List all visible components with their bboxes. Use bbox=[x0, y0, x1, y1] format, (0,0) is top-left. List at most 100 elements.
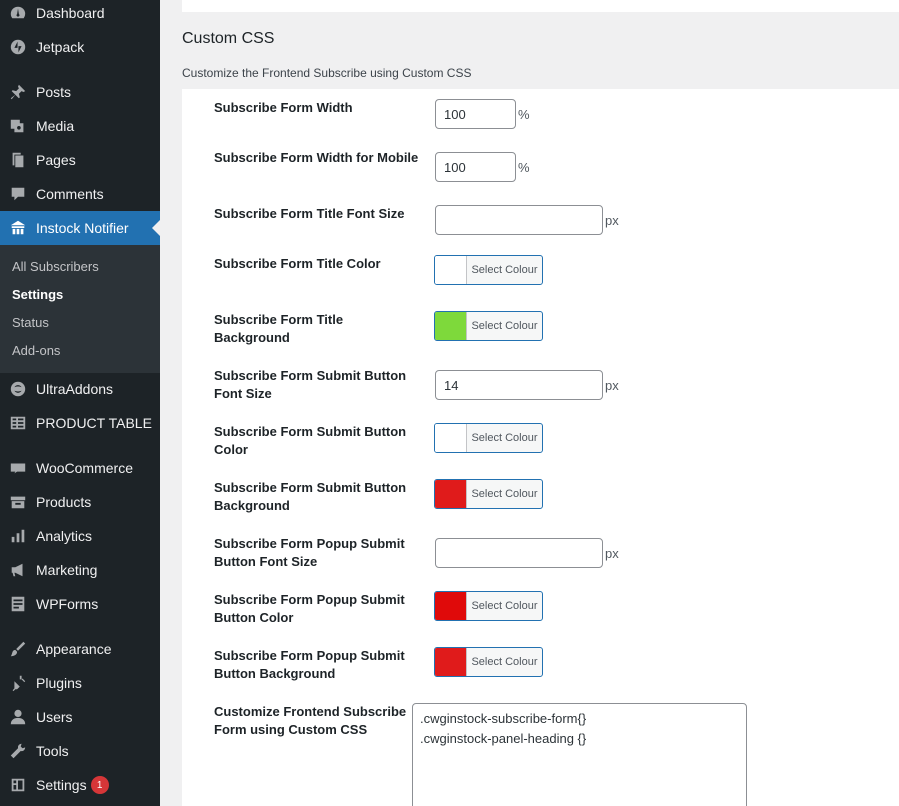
submit-color-picker[interactable]: Select Colour bbox=[434, 423, 543, 453]
menu-item-woocommerce[interactable]: WooCommerce bbox=[0, 451, 160, 485]
brush-icon bbox=[8, 639, 28, 659]
user-icon bbox=[8, 707, 28, 727]
menu-item-wpforms[interactable]: WPForms bbox=[0, 587, 160, 621]
title-color-picker[interactable]: Select Colour bbox=[434, 255, 543, 285]
submit-color-label: Subscribe Form Submit Button Color bbox=[214, 424, 407, 457]
megaphone-icon bbox=[8, 560, 28, 580]
color-swatch bbox=[435, 424, 467, 452]
select-colour-label: Select Colour bbox=[471, 264, 538, 276]
menu-label: Users bbox=[36, 709, 73, 725]
color-swatch bbox=[435, 648, 467, 676]
menu-item-jetpack[interactable]: Jetpack bbox=[0, 30, 160, 64]
pages-icon bbox=[8, 150, 28, 170]
form-width-mobile-unit: % bbox=[518, 160, 530, 175]
menu-item-plugins[interactable]: Plugins bbox=[0, 666, 160, 700]
menu-item-comments[interactable]: Comments bbox=[0, 177, 160, 211]
title-color-label: Subscribe Form Title Color bbox=[214, 256, 381, 271]
section-description: Customize the Frontend Subscribe using C… bbox=[182, 66, 472, 80]
submit-font-size-label: Subscribe Form Submit Button Font Size bbox=[214, 368, 407, 401]
wpforms-icon bbox=[8, 594, 28, 614]
submenu-all-subscribers[interactable]: All Subscribers bbox=[12, 259, 99, 274]
media-icon bbox=[8, 116, 28, 136]
select-colour-label: Select Colour bbox=[471, 488, 538, 500]
menu-label: UltraAddons bbox=[36, 381, 114, 397]
select-colour-label: Select Colour bbox=[471, 320, 538, 332]
main-content: Custom CSS Customize the Frontend Subscr… bbox=[160, 0, 899, 806]
pin-icon bbox=[8, 82, 28, 102]
form-width-mobile-input[interactable]: 100 bbox=[435, 152, 516, 182]
menu-label: Instock Notifier bbox=[36, 220, 129, 236]
title-bg-picker[interactable]: Select Colour bbox=[434, 311, 543, 341]
title-font-size-input[interactable] bbox=[435, 205, 603, 235]
section-title: Custom CSS bbox=[182, 30, 275, 47]
menu-item-users[interactable]: Users bbox=[0, 700, 160, 734]
form-width-input[interactable]: 100 bbox=[435, 99, 516, 129]
menu-label: Marketing bbox=[36, 562, 98, 578]
menu-item-ultraaddons[interactable]: UltraAddons bbox=[0, 372, 160, 406]
menu-label: Dashboard bbox=[36, 5, 105, 21]
settings-icon bbox=[8, 775, 28, 795]
popup-color-picker[interactable]: Select Colour bbox=[434, 591, 543, 621]
menu-label: Media bbox=[36, 118, 75, 134]
menu-item-pages[interactable]: Pages bbox=[0, 143, 160, 177]
color-swatch bbox=[435, 312, 467, 340]
comments-icon bbox=[8, 184, 28, 204]
menu-label: WooCommerce bbox=[36, 460, 133, 476]
menu-label: Comments bbox=[36, 186, 104, 202]
admin-sidebar: Dashboard Jetpack Posts Media Pages Comm… bbox=[0, 0, 160, 806]
title-bg-label: Subscribe Form Title Background bbox=[214, 312, 344, 345]
submit-bg-picker[interactable]: Select Colour bbox=[434, 479, 543, 509]
menu-label: WPForms bbox=[36, 596, 99, 612]
color-swatch bbox=[435, 256, 467, 284]
menu-label: Appearance bbox=[36, 641, 112, 657]
woo-icon bbox=[8, 458, 28, 478]
popup-color-label: Subscribe Form Popup Submit Button Color bbox=[214, 592, 405, 625]
title-font-size-label: Subscribe Form Title Font Size bbox=[214, 206, 405, 221]
css-line: .cwginstock-panel-heading {} bbox=[420, 731, 587, 746]
select-colour-label: Select Colour bbox=[471, 656, 538, 668]
store-icon bbox=[8, 218, 28, 238]
form-width-unit: % bbox=[518, 107, 530, 122]
submit-font-size-input[interactable]: 14 bbox=[435, 370, 603, 400]
submit-font-size-unit: px bbox=[605, 378, 619, 393]
plugin-icon bbox=[8, 673, 28, 693]
menu-label: Plugins bbox=[36, 675, 82, 691]
submit-bg-label: Subscribe Form Submit Button Background bbox=[214, 480, 407, 513]
dashboard-icon bbox=[8, 3, 28, 23]
menu-item-media[interactable]: Media bbox=[0, 109, 160, 143]
wrench-icon bbox=[8, 741, 28, 761]
menu-item-appearance[interactable]: Appearance bbox=[0, 632, 160, 666]
menu-item-products[interactable]: Products bbox=[0, 485, 160, 519]
color-swatch bbox=[435, 592, 467, 620]
custom-css-form: Subscribe Form Width 100 % Subscribe For… bbox=[182, 89, 899, 806]
submenu-status[interactable]: Status bbox=[12, 315, 49, 330]
menu-item-settings[interactable]: Settings 1 bbox=[0, 768, 160, 802]
jetpack-icon bbox=[8, 37, 28, 57]
previous-section-bottom bbox=[182, 0, 899, 12]
submenu-settings[interactable]: Settings bbox=[12, 287, 63, 302]
menu-item-product-table[interactable]: PRODUCT TABLE bbox=[0, 406, 160, 440]
menu-item-posts[interactable]: Posts bbox=[0, 75, 160, 109]
menu-item-dashboard[interactable]: Dashboard bbox=[0, 0, 160, 30]
ultraaddons-icon bbox=[8, 379, 28, 399]
instock-submenu: All Subscribers Settings Status Add-ons bbox=[0, 245, 160, 373]
popup-bg-picker[interactable]: Select Colour bbox=[434, 647, 543, 677]
menu-item-analytics[interactable]: Analytics bbox=[0, 519, 160, 553]
menu-label: PRODUCT TABLE bbox=[36, 415, 152, 431]
select-colour-label: Select Colour bbox=[471, 600, 538, 612]
menu-label: Posts bbox=[36, 84, 72, 100]
custom-css-label: Customize Frontend Subscribe Form using … bbox=[214, 704, 407, 737]
analytics-icon bbox=[8, 526, 28, 546]
menu-item-marketing[interactable]: Marketing bbox=[0, 553, 160, 587]
menu-label: Products bbox=[36, 494, 92, 510]
table-icon bbox=[8, 413, 28, 433]
form-width-mobile-label: Subscribe Form Width for Mobile bbox=[214, 150, 419, 165]
menu-item-tools[interactable]: Tools bbox=[0, 734, 160, 768]
popup-font-size-unit: px bbox=[605, 546, 619, 561]
popup-font-size-label: Subscribe Form Popup Submit Button Font … bbox=[214, 536, 405, 569]
menu-item-instock-notifier[interactable]: Instock Notifier bbox=[0, 211, 160, 245]
custom-css-textarea[interactable]: .cwginstock-subscribe-form{} .cwginstock… bbox=[412, 703, 747, 806]
popup-font-size-input[interactable] bbox=[435, 538, 603, 568]
submenu-add-ons[interactable]: Add-ons bbox=[12, 343, 60, 358]
title-font-size-unit: px bbox=[605, 213, 619, 228]
